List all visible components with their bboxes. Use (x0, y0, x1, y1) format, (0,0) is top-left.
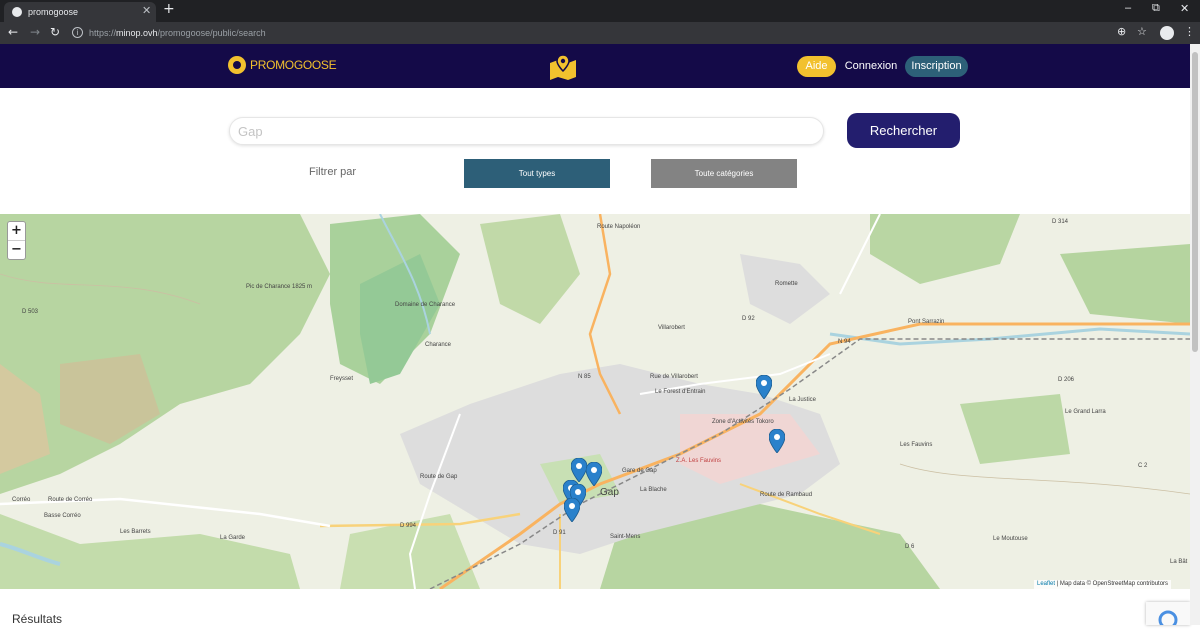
map-tiles (0, 214, 1190, 589)
map-label: Route Napoléon (597, 224, 641, 230)
browser-toolbar: ← → ↻ i https://minop.ovh/promogoose/pub… (0, 22, 1200, 44)
leaflet-link[interactable]: Leaflet (1037, 581, 1055, 587)
map-attribution: Leaflet | Map data © OpenStreetMap contr… (1034, 580, 1172, 589)
map-marker-icon[interactable] (756, 375, 772, 399)
map-label: D 6 (905, 544, 915, 550)
site-header: PROMOGOOSE (0, 44, 1190, 88)
map-label: Zone d'Activités Tokoro (712, 419, 774, 425)
map-label: Le Moutouse (993, 536, 1028, 542)
zoom-out-button[interactable]: − (8, 241, 25, 260)
map-label: Romette (775, 281, 798, 287)
map-marker-icon[interactable] (571, 458, 587, 482)
minimize-window-icon[interactable]: – (1125, 2, 1131, 14)
map-label: Route de Corréo (48, 497, 93, 503)
signup-button[interactable]: Inscription (905, 56, 968, 77)
site-info-icon[interactable]: i (72, 27, 83, 38)
map-label: Saint-Mens (610, 534, 641, 540)
map-label: D 994 (400, 523, 417, 529)
logo-pin-icon (228, 56, 246, 74)
profile-avatar[interactable] (1160, 26, 1174, 40)
close-window-icon[interactable]: ✕ (1180, 2, 1189, 15)
site-logo[interactable]: PROMOGOOSE (228, 56, 337, 74)
map-label: Freysset (330, 376, 354, 382)
login-button[interactable]: Connexion (843, 56, 899, 77)
restore-window-icon[interactable]: ⧉ (1152, 2, 1160, 15)
map-label: C 2 (1138, 463, 1148, 469)
new-tab-button[interactable]: + (163, 1, 175, 17)
search-button[interactable]: Rechercher (847, 113, 960, 148)
bookmark-star-icon[interactable]: ☆ (1137, 25, 1147, 38)
map-label: La Blache (640, 487, 667, 493)
help-button[interactable]: Aide (797, 56, 836, 77)
zoom-in-button[interactable]: + (8, 222, 25, 241)
map-label: D 314 (1052, 219, 1069, 225)
map-label: La Bât (1170, 559, 1188, 565)
browser-tab-bar: promogoose ✕ + – ⧉ ✕ (0, 0, 1200, 22)
recaptcha-badge[interactable] (1146, 602, 1190, 629)
address-bar[interactable]: i https://minop.ovh/promogoose/public/se… (72, 25, 1102, 41)
map-marker-icon[interactable] (586, 462, 602, 486)
map-pin-icon (550, 54, 576, 80)
map-label: D 503 (22, 309, 39, 315)
browser-tab[interactable]: promogoose ✕ (4, 2, 156, 22)
map-label: Route de Gap (420, 474, 458, 480)
forward-arrow-icon[interactable]: → (30, 25, 40, 39)
map-label: La Garde (220, 535, 246, 541)
back-arrow-icon[interactable]: ← (8, 25, 18, 39)
map-label: D 91 (553, 530, 566, 536)
map-label: Domaine de Charance (395, 302, 456, 308)
map-label: Route de Rambaud (760, 492, 813, 498)
page-scrollbar[interactable] (1190, 44, 1200, 625)
map-label: Le Forest d'Entrain (655, 389, 706, 395)
map-label: N 94 (838, 339, 851, 345)
map-marker-icon[interactable] (564, 498, 580, 522)
map-label: D 206 (1058, 377, 1075, 383)
map-label: N 85 (578, 374, 591, 380)
map-label: Les Fauvins (900, 442, 933, 448)
map-label: Rue de Villarobert (650, 374, 698, 380)
type-filter-select[interactable]: Tout types (464, 159, 610, 188)
map-label: Basse Corréo (44, 513, 81, 519)
map-label: Pont Sarrazin (908, 319, 945, 325)
map-label: Villarobert (658, 325, 685, 331)
tab-title: promogoose (28, 7, 79, 17)
url-text: https://minop.ovh/promogoose/public/sear… (89, 28, 266, 38)
site-favicon-icon (12, 7, 22, 17)
map-label: Les Barrets (120, 529, 151, 535)
close-tab-icon[interactable]: ✕ (142, 4, 151, 17)
search-input[interactable] (229, 117, 824, 145)
map-label: Charance (425, 342, 452, 348)
attribution-text: | Map data © OpenStreetMap contributors (1055, 581, 1169, 587)
menu-kebab-icon[interactable]: ⋮ (1184, 25, 1195, 38)
filter-label: Filtrer par (309, 166, 357, 178)
map-marker-icon[interactable] (769, 429, 785, 453)
map-label: Gare de Gap (622, 468, 657, 474)
map-label: Gap (600, 487, 619, 498)
map-label: Z.A. Les Fauvins (676, 458, 722, 464)
zoom-control: + − (7, 221, 26, 260)
category-filter-select[interactable]: Toute catégories (651, 159, 797, 188)
scrollbar-thumb[interactable] (1192, 52, 1198, 352)
results-heading: Résultats (12, 612, 63, 626)
map-view[interactable]: Pic de Charance 1825 m Domaine de Charanc… (0, 214, 1190, 589)
map-label: La Justice (789, 397, 817, 403)
location-icon[interactable]: ⊕ (1117, 25, 1126, 38)
map-label: Corréo (12, 497, 31, 503)
map-label: D 92 (742, 316, 755, 322)
reload-icon[interactable]: ↻ (50, 25, 60, 39)
logo-text: PROMOGOOSE (250, 58, 337, 72)
map-label: Pic de Charance 1825 m (246, 284, 313, 290)
map-label: Le Grand Larra (1065, 409, 1106, 415)
